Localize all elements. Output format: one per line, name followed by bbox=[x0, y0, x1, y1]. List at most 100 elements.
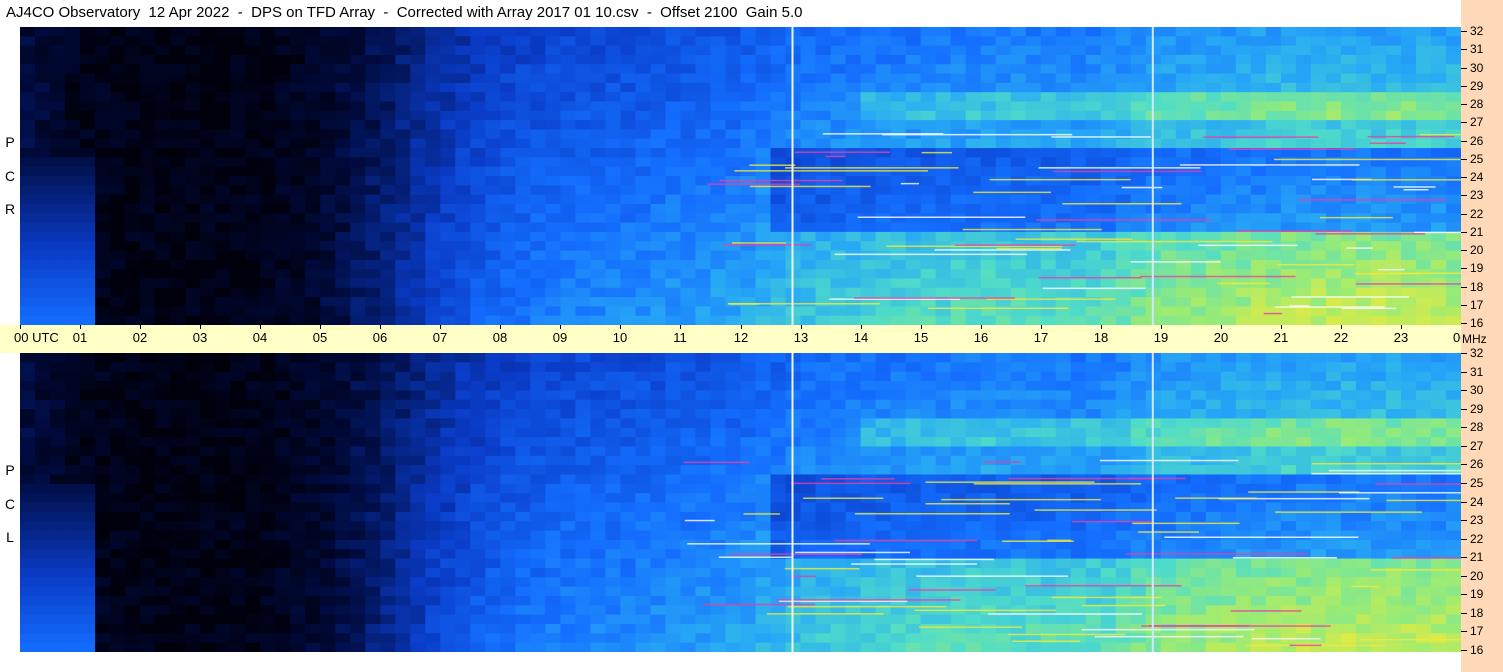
rcp-cell bbox=[170, 36, 186, 47]
rcp-cell bbox=[185, 176, 201, 186]
rcp-cell bbox=[290, 259, 306, 270]
rcp-cell bbox=[620, 92, 637, 103]
lcp-cell bbox=[290, 567, 306, 578]
rcp-cell bbox=[770, 120, 787, 131]
rcp-cell bbox=[1355, 287, 1372, 298]
lcp-cell bbox=[395, 371, 411, 382]
rcp-cell bbox=[1295, 73, 1312, 84]
lcp-cell bbox=[425, 427, 441, 438]
rcp-cell bbox=[290, 315, 306, 325]
lcp-cell bbox=[620, 549, 637, 560]
rcp-cell bbox=[965, 120, 982, 131]
rcp-cell bbox=[335, 287, 351, 298]
lcp-cell bbox=[680, 381, 697, 391]
rcp-cell bbox=[1430, 176, 1447, 186]
lcp-cell bbox=[65, 371, 81, 382]
lcp-cell bbox=[80, 530, 96, 541]
rcp-cell bbox=[755, 36, 772, 47]
rcp-cell bbox=[1235, 36, 1252, 47]
lcp-cell bbox=[230, 371, 246, 382]
rcp-cell bbox=[1085, 185, 1102, 196]
lcp-cell bbox=[680, 586, 697, 597]
rcp-interference-line bbox=[1198, 244, 1298, 247]
rcp-cell bbox=[1220, 297, 1237, 307]
rcp-cell bbox=[350, 166, 366, 177]
lcp-cell bbox=[20, 623, 36, 634]
lcp-cell bbox=[620, 371, 637, 382]
lcp-cell bbox=[605, 418, 622, 429]
lcp-cell bbox=[80, 353, 96, 363]
lcp-cell bbox=[125, 549, 141, 560]
lcp-cell bbox=[440, 427, 456, 438]
lcp-cell bbox=[590, 474, 607, 485]
lcp-cell bbox=[575, 399, 591, 410]
lcp-cell bbox=[695, 353, 712, 363]
lcp-cell bbox=[635, 521, 652, 532]
rcp-cell bbox=[410, 194, 426, 205]
lcp-cell bbox=[350, 446, 366, 457]
rcp-cell bbox=[365, 45, 381, 56]
rcp-cell bbox=[950, 73, 967, 84]
lcp-cell bbox=[515, 465, 531, 476]
rcp-cell bbox=[140, 185, 156, 196]
rcp-cell bbox=[155, 287, 171, 298]
rcp-cell bbox=[845, 82, 862, 93]
rcp-cell bbox=[1265, 250, 1282, 261]
lcp-cell bbox=[290, 511, 306, 522]
lcp-cell bbox=[335, 493, 351, 504]
lcp-cell bbox=[470, 605, 486, 616]
rcp-cell bbox=[575, 306, 591, 317]
rcp-cell bbox=[935, 120, 952, 131]
rcp-cell bbox=[1280, 185, 1297, 196]
lcp-cell bbox=[380, 539, 396, 550]
lcp-cell bbox=[875, 530, 892, 541]
rcp-cell bbox=[545, 213, 561, 224]
rcp-cell bbox=[1430, 259, 1447, 270]
lcp-cell bbox=[35, 371, 51, 382]
rcp-cell bbox=[1175, 157, 1192, 168]
rcp-cell bbox=[860, 64, 877, 75]
rcp-cell bbox=[1265, 110, 1282, 121]
rcp-cell bbox=[110, 138, 126, 149]
lcp-cell bbox=[860, 455, 877, 466]
rcp-cell bbox=[440, 203, 456, 214]
rcp-cell bbox=[155, 138, 171, 149]
rcp-cell bbox=[1295, 213, 1312, 224]
lcp-cell bbox=[560, 474, 576, 485]
lcp-cell bbox=[710, 362, 727, 373]
lcp-cell bbox=[710, 427, 727, 438]
rcp-cell bbox=[1295, 101, 1312, 112]
rcp-cell bbox=[860, 120, 877, 131]
rcp-cell bbox=[1130, 45, 1147, 56]
lcp-cell bbox=[635, 623, 652, 634]
lcp-cell bbox=[140, 465, 156, 476]
rcp-cell bbox=[185, 203, 201, 214]
lcp-cell bbox=[200, 371, 216, 382]
lcp-cell bbox=[515, 595, 531, 606]
lcp-cell bbox=[35, 465, 51, 476]
lcp-cell bbox=[485, 353, 501, 363]
rcp-cell bbox=[980, 82, 997, 93]
rcp-cell bbox=[605, 297, 622, 307]
rcp-cell bbox=[1250, 27, 1267, 37]
lcp-cell bbox=[335, 362, 351, 373]
rcp-cell bbox=[995, 213, 1012, 224]
lcp-cell bbox=[365, 362, 381, 373]
rcp-cell bbox=[1160, 54, 1177, 65]
lcp-cell bbox=[95, 539, 111, 550]
rcp-cell bbox=[695, 129, 712, 140]
rcp-cell bbox=[875, 27, 892, 37]
rcp-cell bbox=[170, 194, 186, 205]
rcp-cell bbox=[530, 64, 546, 75]
lcp-cell bbox=[440, 558, 456, 569]
rcp-cell bbox=[1175, 185, 1192, 196]
rcp-cell bbox=[200, 176, 216, 186]
lcp-cell bbox=[395, 549, 411, 560]
lcp-cell bbox=[215, 586, 231, 597]
rcp-cell bbox=[965, 36, 982, 47]
rcp-cell bbox=[65, 231, 81, 242]
rcp-cell bbox=[260, 269, 276, 280]
lcp-cell bbox=[290, 371, 306, 382]
rcp-cell bbox=[1010, 36, 1027, 47]
rcp-interference-line bbox=[989, 178, 1131, 181]
